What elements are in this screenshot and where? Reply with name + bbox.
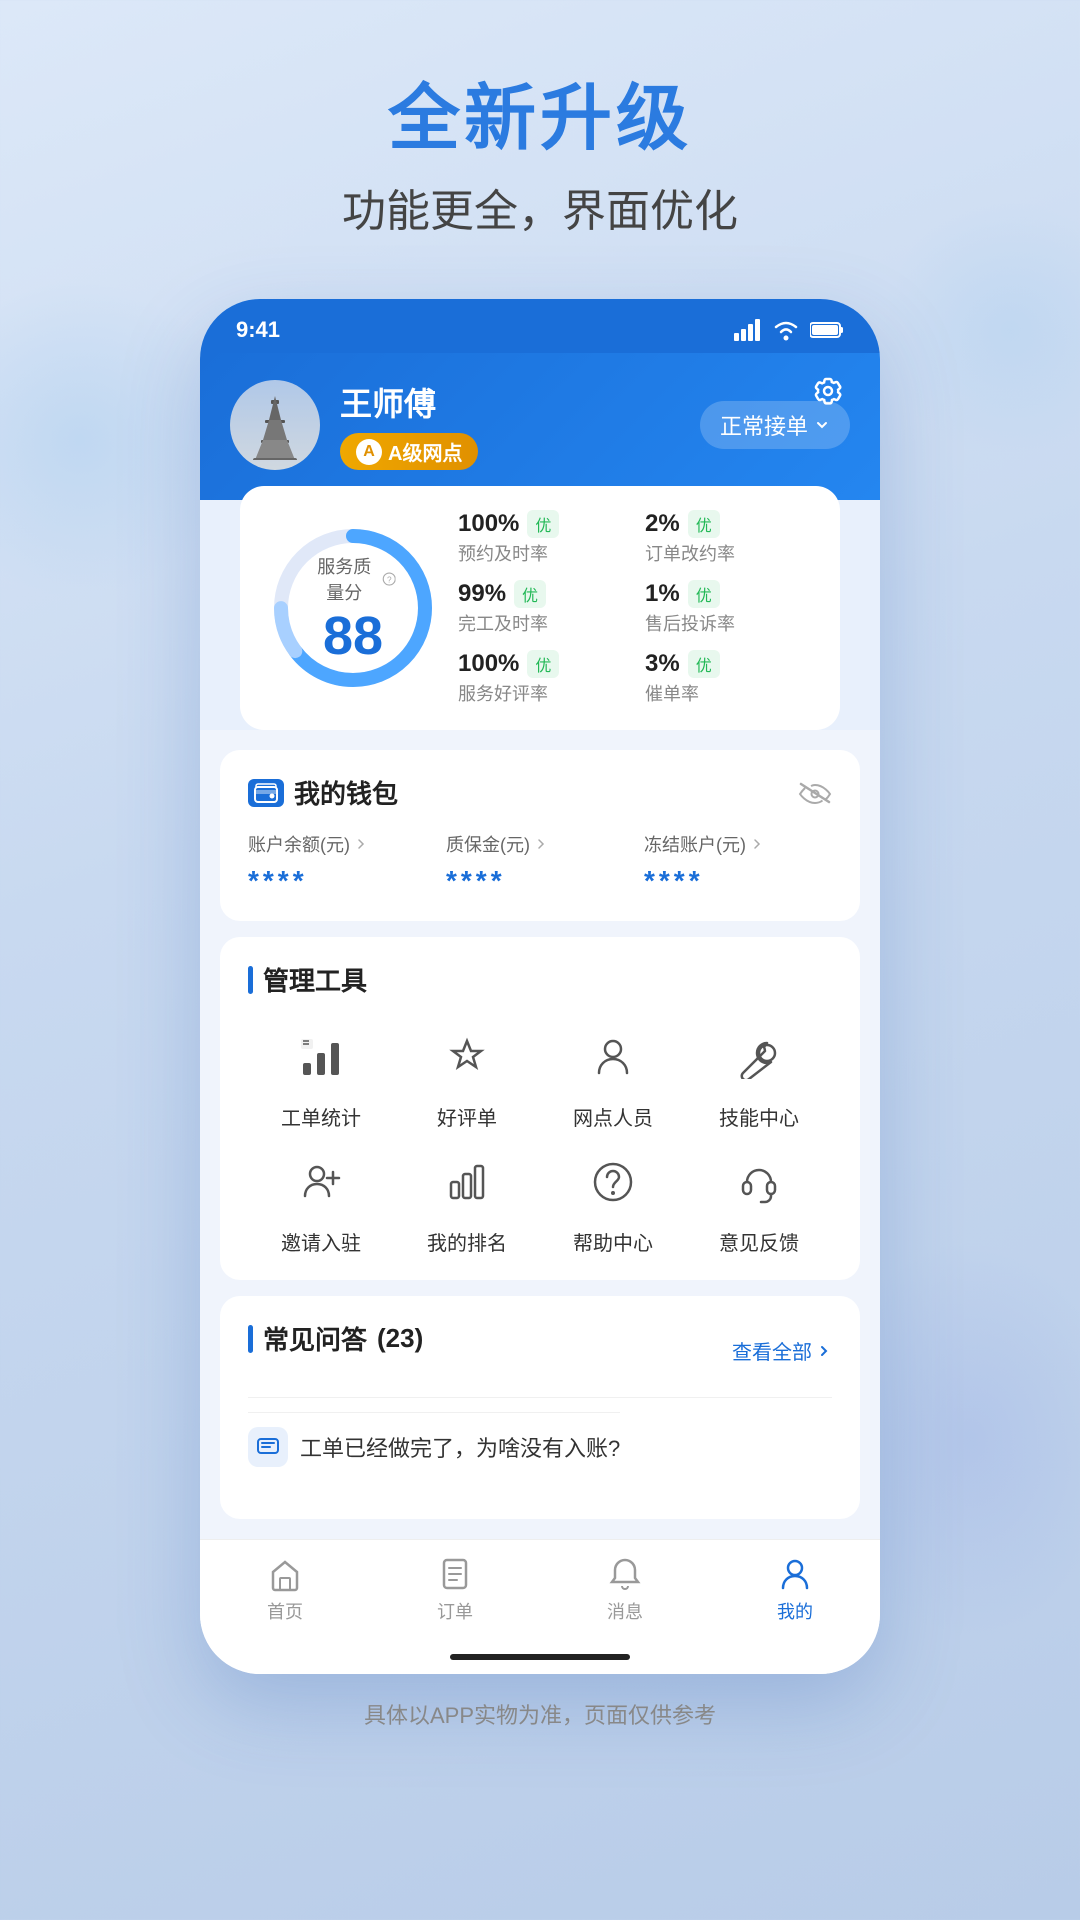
- profile-row: 王师傅 A A级网点 正常接单: [230, 379, 850, 470]
- chevron-right-small-icon: [354, 837, 368, 851]
- grade-badge: A A级网点: [340, 433, 478, 470]
- status-time: 9:41: [236, 317, 280, 343]
- phone: 9:41: [200, 299, 880, 1674]
- chevron-right-small-icon: [534, 837, 548, 851]
- tool-icon: [724, 1022, 794, 1092]
- promo-subtitle: 功能更全，界面优化: [0, 175, 1080, 239]
- nav-item-我的[interactable]: 我的: [755, 1556, 835, 1624]
- tool-item-帮助中心[interactable]: 帮助中心: [540, 1147, 686, 1256]
- tool-icon: [286, 1147, 356, 1217]
- wifi-icon: [772, 319, 800, 341]
- tools-card: 管理工具 工单统计 好评单 网点人员 技能中心 邀请入驻 我的排名 帮助中心 意…: [220, 937, 860, 1280]
- faq-card: 常见问答(23) 查看全部 工单已经做完了，为啥没有入账?: [220, 1296, 860, 1519]
- tools-title: 管理工具: [248, 961, 832, 998]
- tool-item-好评单[interactable]: 好评单: [394, 1022, 540, 1131]
- status-text: 正常接单: [720, 409, 808, 441]
- profile-name: 王师傅: [340, 379, 680, 425]
- phone-content: 我的钱包 账户余额(元): [200, 730, 880, 1539]
- chevron-right-icon: [816, 1343, 832, 1359]
- nav-icon-首页: [267, 1556, 303, 1592]
- bottom-nav: 首页 订单 消息 我的: [200, 1539, 880, 1644]
- nav-item-消息[interactable]: 消息: [585, 1556, 665, 1624]
- grade-letter: A: [356, 439, 382, 465]
- nav-icon-我的: [777, 1556, 813, 1592]
- disclaimer: 具体以APP实物为准，页面仅供参考: [0, 1674, 1080, 1770]
- metric-item: 100% 优 预约及时率: [458, 510, 625, 566]
- score-label: 服务质量分 ?: [311, 553, 396, 605]
- hide-balance-button[interactable]: [798, 781, 832, 805]
- metric-item: 2% 优 订单改约率: [645, 510, 812, 566]
- nav-item-订单[interactable]: 订单: [415, 1556, 495, 1624]
- nav-icon-消息: [607, 1556, 643, 1592]
- metric-item: 99% 优 完工及时率: [458, 580, 625, 636]
- tool-item-邀请入驻[interactable]: 邀请入驻: [248, 1147, 394, 1256]
- battery-icon: [810, 321, 844, 339]
- nav-label-订单: 订单: [437, 1598, 473, 1624]
- tools-grid: 工单统计 好评单 网点人员 技能中心 邀请入驻 我的排名 帮助中心 意见反馈: [248, 1022, 832, 1256]
- tool-icon: [578, 1147, 648, 1217]
- wallet-card-header: 我的钱包: [248, 774, 832, 811]
- tool-icon: [432, 1022, 502, 1092]
- score-circle: 服务质量分 ? 88: [268, 523, 438, 693]
- promo-title: 全新升级: [0, 80, 1080, 159]
- avatar: [230, 380, 320, 470]
- wallet-card: 我的钱包 账户余额(元): [220, 750, 860, 921]
- chevron-right-small-icon: [750, 837, 764, 851]
- tool-item-技能中心[interactable]: 技能中心: [686, 1022, 832, 1131]
- tool-icon: [286, 1022, 356, 1092]
- faq-title: 常见问答(23): [248, 1320, 423, 1357]
- score-center: 服务质量分 ? 88: [311, 553, 396, 663]
- nav-icon-订单: [437, 1556, 473, 1592]
- score-number: 88: [311, 609, 396, 663]
- wallet-item[interactable]: 账户余额(元) ****: [248, 831, 436, 897]
- status-icons: [734, 319, 844, 341]
- wallet-icon: [248, 779, 284, 807]
- tool-icon: [432, 1147, 502, 1217]
- wallet-title: 我的钱包: [248, 774, 398, 811]
- phone-mockup: 9:41: [0, 299, 1080, 1674]
- tool-item-意见反馈[interactable]: 意见反馈: [686, 1147, 832, 1256]
- wallet-item[interactable]: 质保金(元) ****: [446, 831, 634, 897]
- wallet-item[interactable]: 冻结账户(元) ****: [644, 831, 832, 897]
- promo-section: 全新升级 功能更全，界面优化: [0, 0, 1080, 279]
- metric-item: 100% 优 服务好评率: [458, 650, 625, 706]
- faq-header: 常见问答(23) 查看全部: [248, 1320, 832, 1381]
- nav-label-首页: 首页: [267, 1598, 303, 1624]
- score-card: 服务质量分 ? 88 100% 优 预约及时率 2% 优: [240, 486, 840, 730]
- help-circle-icon: ?: [382, 570, 396, 588]
- metric-item: 1% 优 售后投诉率: [645, 580, 812, 636]
- nav-item-首页[interactable]: 首页: [245, 1556, 325, 1624]
- nav-label-消息: 消息: [607, 1598, 643, 1624]
- home-bar: [200, 1644, 880, 1674]
- faq-item-icon: [248, 1427, 288, 1467]
- settings-button[interactable]: [806, 369, 850, 413]
- faq-list-item[interactable]: 工单已经做完了，为啥没有入账?: [248, 1412, 620, 1481]
- tool-item-网点人员[interactable]: 网点人员: [540, 1022, 686, 1131]
- metric-item: 3% 优 催单率: [645, 650, 812, 706]
- phone-header: 王师傅 A A级网点 正常接单: [200, 353, 880, 500]
- faq-item[interactable]: 工单已经做完了，为啥没有入账?: [248, 1397, 832, 1495]
- grade-text: A级网点: [388, 437, 462, 466]
- faq-item-text: 工单已经做完了，为啥没有入账?: [300, 1431, 620, 1463]
- tool-item-工单统计[interactable]: 工单统计: [248, 1022, 394, 1131]
- wallet-grid: 账户余额(元) **** 质保金(元) **** 冻结账户(元) ****: [248, 831, 832, 897]
- svg-text:?: ?: [386, 576, 391, 585]
- tool-icon: [578, 1022, 648, 1092]
- chevron-down-icon: [814, 417, 830, 433]
- status-bar: 9:41: [200, 299, 880, 353]
- tool-item-我的排名[interactable]: 我的排名: [394, 1147, 540, 1256]
- faq-see-all-button[interactable]: 查看全部: [732, 1336, 832, 1365]
- tool-icon: [724, 1147, 794, 1217]
- signal-icon: [734, 319, 762, 341]
- nav-label-我的: 我的: [777, 1598, 813, 1624]
- profile-info: 王师傅 A A级网点: [340, 379, 680, 470]
- score-metrics: 100% 优 预约及时率 2% 优 订单改约率 99% 优 完工及时率 1% 优…: [458, 510, 812, 706]
- home-bar-line: [450, 1654, 630, 1660]
